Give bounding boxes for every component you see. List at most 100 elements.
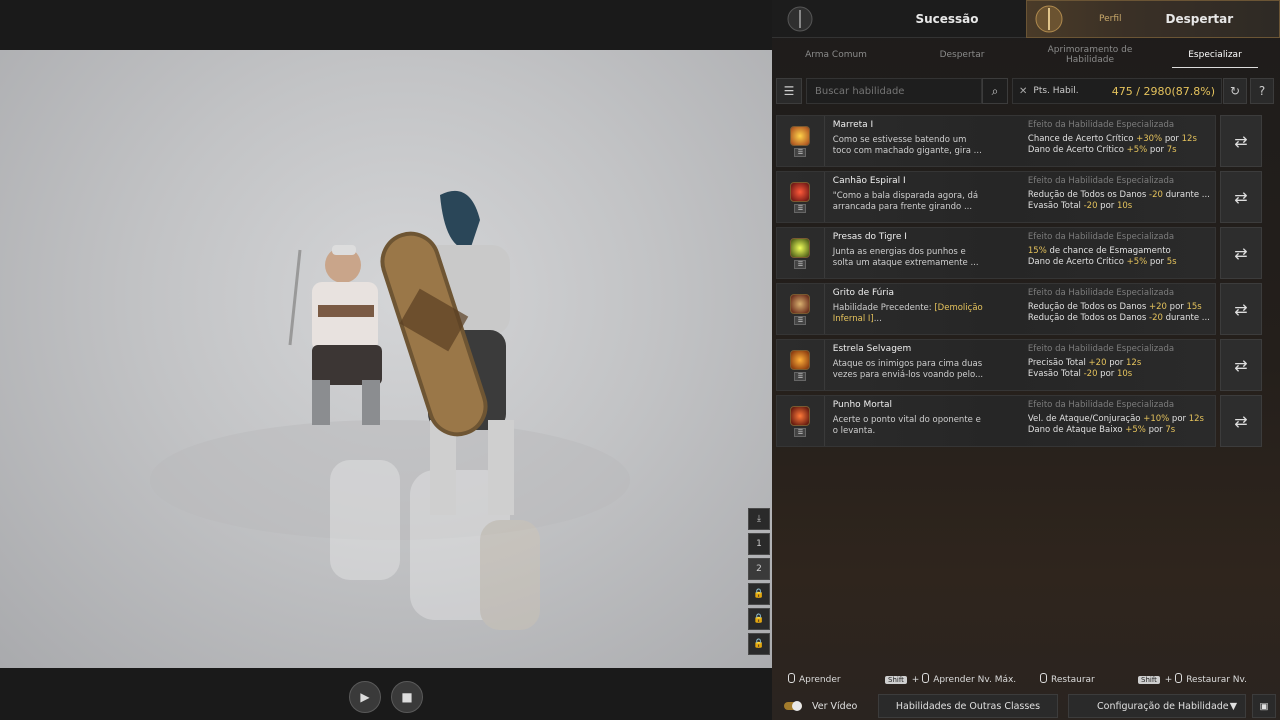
swap-arrows-icon: ⇄ xyxy=(1234,355,1248,375)
other-classes-button[interactable]: Habilidades de Outras Classes xyxy=(878,694,1058,718)
effect-line: Vel. de Ataque/Conjuração +10% por 12s xyxy=(1027,414,1204,424)
subtab-despertar[interactable]: Despertar xyxy=(922,42,1002,68)
skill-card[interactable]: ☰ Canhão Espiral I "Como a bala disparada… xyxy=(776,171,1216,223)
help-button[interactable]: ? xyxy=(1250,78,1274,104)
skill-desc-line: vezes para enviá-los voando pelo... xyxy=(832,370,984,380)
effect-line: Dano de Acerto Crítico +5% por 7s xyxy=(1027,145,1177,155)
list-item: ☰ Presas do Tigre I Junta as energias dos… xyxy=(776,227,1264,279)
effect-header: Efeito da Habilidade Especializada xyxy=(1027,120,1175,130)
mouse-icon xyxy=(1040,673,1047,683)
panel-footer: Ver Vídeo Habilidades de Outras Classes … xyxy=(772,692,1280,720)
camera-button[interactable]: ■ xyxy=(391,681,423,713)
mouse-icon xyxy=(922,673,930,683)
effect-line: Redução de Todos os Danos -20 durante ..… xyxy=(1027,313,1210,323)
tab-despertar[interactable]: Perfil Despertar xyxy=(1026,0,1280,38)
legend-restore: Restaurar xyxy=(1040,673,1095,685)
legend-restore-level: Shift + Restaurar Nv. xyxy=(1138,673,1247,685)
skill-desc-line: Infernal I]... xyxy=(832,314,882,324)
subtab-aprimoramento[interactable]: Aprimoramento de Habilidade xyxy=(1040,42,1140,68)
emblem-icon xyxy=(772,0,827,38)
refresh-icon[interactable]: ↻ xyxy=(1223,78,1247,104)
skill-desc-line: o levanta. xyxy=(832,426,876,436)
skill-name: Punho Mortal xyxy=(832,400,893,410)
save-icon[interactable]: ▣ xyxy=(1252,694,1276,718)
controls-legend: Aprender Shift + Aprender Nv. Máx. Resta… xyxy=(772,670,1280,690)
effect-line: Evasão Total -20 por 10s xyxy=(1027,369,1133,379)
video-toggle[interactable]: Ver Vídeo xyxy=(776,694,872,718)
preset-1-button[interactable]: 1 xyxy=(748,533,770,555)
swap-button[interactable]: ⇄ xyxy=(1220,171,1262,223)
search-input[interactable] xyxy=(806,78,982,104)
swap-arrows-icon: ⇄ xyxy=(1234,411,1248,431)
preset-2-button[interactable]: 2 xyxy=(748,558,770,580)
effect-header: Efeito da Habilidade Especializada xyxy=(1027,288,1175,298)
skill-desc-line: Acerte o ponto vital do oponente e xyxy=(832,415,981,425)
mouse-icon xyxy=(1175,673,1183,683)
tab-perfil[interactable]: Perfil xyxy=(1099,14,1122,24)
awakening-emblem-icon xyxy=(1027,1,1071,37)
mouse-icon xyxy=(788,673,795,683)
effect-header: Efeito da Habilidade Especializada xyxy=(1027,176,1175,186)
effect-line: Redução de Todos os Danos +20 por 15s xyxy=(1027,302,1202,312)
skill-desc-line: Junta as energias dos punhos e xyxy=(832,247,966,257)
play-icon: ▶ xyxy=(360,690,370,704)
swap-button[interactable]: ⇄ xyxy=(1220,339,1262,391)
subtab-arma-comum[interactable]: Arma Comum xyxy=(792,42,880,68)
skill-icon: ☰ xyxy=(777,396,825,446)
effect-header: Efeito da Habilidade Especializada xyxy=(1027,400,1175,410)
skill-panel: Sucessão Perfil Despertar Arma Comum Des… xyxy=(772,0,1280,720)
swap-button[interactable]: ⇄ xyxy=(1220,283,1262,335)
skill-icon: ☰ xyxy=(777,340,825,390)
swap-arrows-icon: ⇄ xyxy=(1234,187,1248,207)
skill-card[interactable]: ☰ Marreta I Como se estivesse batendo um t… xyxy=(776,115,1216,167)
skill-name: Canhão Espiral I xyxy=(832,176,906,186)
effect-line: Dano de Ataque Baixo +5% por 7s xyxy=(1027,425,1176,435)
chevron-down-icon: ▼ xyxy=(1229,700,1237,712)
character-preview-viewport[interactable] xyxy=(0,50,772,668)
effect-line: Evasão Total -20 por 10s xyxy=(1027,201,1133,211)
menu-icon[interactable]: ☰ xyxy=(776,78,802,104)
skill-points-icon: ✕ xyxy=(1019,85,1028,97)
lock-icon[interactable]: 🔒 xyxy=(748,633,770,655)
effect-header: Efeito da Habilidade Especializada xyxy=(1027,232,1175,242)
lock-icon[interactable]: 🔒 xyxy=(748,583,770,605)
skill-points-label: Pts. Habil. xyxy=(1033,86,1079,96)
swap-arrows-icon: ⇄ xyxy=(1234,131,1248,151)
play-button[interactable]: ▶ xyxy=(349,681,381,713)
skill-desc-line: "Como a bala disparada agora, dá xyxy=(832,191,979,201)
lock-icon[interactable]: 🔒 xyxy=(748,608,770,630)
swap-button[interactable]: ⇄ xyxy=(1220,395,1262,447)
skill-card[interactable]: ☰ Punho Mortal Acerte o ponto vital do op… xyxy=(776,395,1216,447)
skill-card[interactable]: ☰ Grito de Fúria Habilidade Precedente: … xyxy=(776,283,1216,335)
skill-icon: ☰ xyxy=(777,172,825,222)
skill-desc-line: toco com machado gigante, gira ... xyxy=(832,146,982,156)
camera-icon: ■ xyxy=(401,690,413,704)
tab-despertar-label: Despertar xyxy=(1165,12,1234,26)
skill-desc-line: Como se estivesse batendo um xyxy=(832,135,967,145)
download-icon[interactable]: ⤓ xyxy=(748,508,770,530)
character-preview-scene xyxy=(150,190,630,630)
search-icon[interactable]: ⌕ xyxy=(982,78,1008,104)
skill-name: Grito de Fúria xyxy=(832,288,895,298)
character-left xyxy=(288,245,382,425)
swap-button[interactable]: ⇄ xyxy=(1220,227,1262,279)
preview-side-tools: ⤓ 1 2 🔒 🔒 🔒 xyxy=(748,508,772,658)
skill-config-dropdown[interactable]: Configuração de Habilidade ▼ xyxy=(1068,694,1246,718)
tab-sucessao[interactable]: Sucessão xyxy=(872,0,1022,38)
skill-card[interactable]: ☰ Estrela Selvagem Ataque os inimigos par… xyxy=(776,339,1216,391)
effect-line: Precisão Total +20 por 12s xyxy=(1027,358,1142,368)
list-item: ☰ Grito de Fúria Habilidade Precedente: … xyxy=(776,283,1264,335)
skill-points-display: ✕ Pts. Habil. 475 / 2980(87.8%) xyxy=(1012,78,1222,104)
toggle-switch[interactable] xyxy=(784,701,802,711)
skill-desc-line: arrancada para frente girando ... xyxy=(832,202,973,212)
list-item: ☰ Marreta I Como se estivesse batendo um t… xyxy=(776,115,1264,167)
skill-desc-line: Habilidade Precedente: [Demolição xyxy=(832,303,983,313)
skill-icon: ☰ xyxy=(777,228,825,278)
skill-card[interactable]: ☰ Presas do Tigre I Junta as energias dos… xyxy=(776,227,1216,279)
skill-name: Estrela Selvagem xyxy=(832,344,912,354)
legend-learn-max: Shift + Aprender Nv. Máx. xyxy=(885,673,1016,685)
effect-line: 15% de chance de Esmagamento xyxy=(1027,246,1171,256)
subtab-especializar[interactable]: Especializar xyxy=(1172,42,1258,68)
swap-button[interactable]: ⇄ xyxy=(1220,115,1262,167)
skill-icon: ☰ xyxy=(777,116,825,166)
